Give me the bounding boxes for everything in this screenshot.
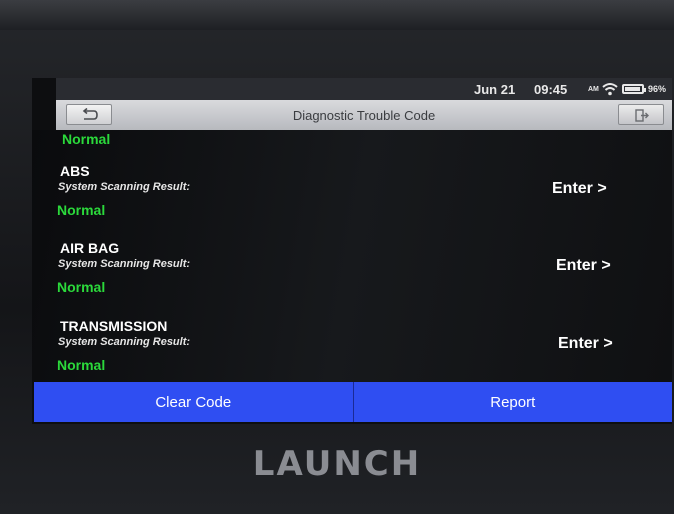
scan-result-label: System Scanning Result: — [58, 336, 191, 348]
device-bezel — [0, 0, 674, 30]
system-status-partial: Normal — [62, 131, 111, 147]
report-button[interactable]: Report — [352, 382, 673, 422]
title-bar: Diagnostic Trouble Code — [56, 100, 672, 131]
system-row-abs: ABS System Scanning Result: Normal Enter… — [32, 163, 672, 239]
system-row-air-bag: AIR BAG System Scanning Result: Normal E… — [32, 240, 672, 316]
scan-result-label: System Scanning Result: — [58, 258, 191, 270]
system-result-list[interactable]: Normal ABS System Scanning Result: Norma… — [32, 130, 672, 382]
status-bar: Jun 21 09:45 AM 96% — [56, 78, 672, 100]
exit-icon — [635, 109, 649, 122]
page-title: Diagnostic Trouble Code — [292, 108, 436, 123]
status-date: Jun 21 — [474, 82, 516, 97]
status-battery: 96% — [648, 84, 667, 94]
system-name: ABS — [60, 163, 90, 179]
system-row-transmission: TRANSMISSION System Scanning Result: Nor… — [32, 318, 672, 382]
device-brand-logo: LAUNCH — [252, 444, 422, 484]
device-screen: Jun 21 09:45 AM 96% Diagnostic Trouble C… — [32, 78, 672, 424]
scan-result-status: Normal — [57, 357, 106, 373]
enter-button-transmission[interactable]: Enter > — [558, 335, 613, 353]
wifi-icon — [602, 83, 618, 96]
system-name: TRANSMISSION — [60, 318, 168, 334]
enter-button-air-bag[interactable]: Enter > — [556, 257, 611, 275]
enter-button-abs[interactable]: Enter > — [552, 180, 607, 198]
battery-icon — [622, 84, 646, 94]
scan-result-label: System Scanning Result: — [58, 181, 191, 193]
action-bar: Clear Code Report — [34, 382, 672, 422]
scan-result-status: Normal — [57, 279, 106, 295]
clear-code-button[interactable]: Clear Code — [34, 382, 353, 422]
battery-level-fill — [625, 87, 640, 91]
status-time: 09:45 — [534, 82, 568, 97]
status-ampm: AM — [588, 86, 599, 93]
diagnostic-tablet: Jun 21 09:45 AM 96% Diagnostic Trouble C… — [0, 0, 674, 514]
scan-result-status: Normal — [57, 202, 106, 218]
exit-button[interactable] — [618, 104, 664, 125]
system-name: AIR BAG — [60, 240, 120, 256]
